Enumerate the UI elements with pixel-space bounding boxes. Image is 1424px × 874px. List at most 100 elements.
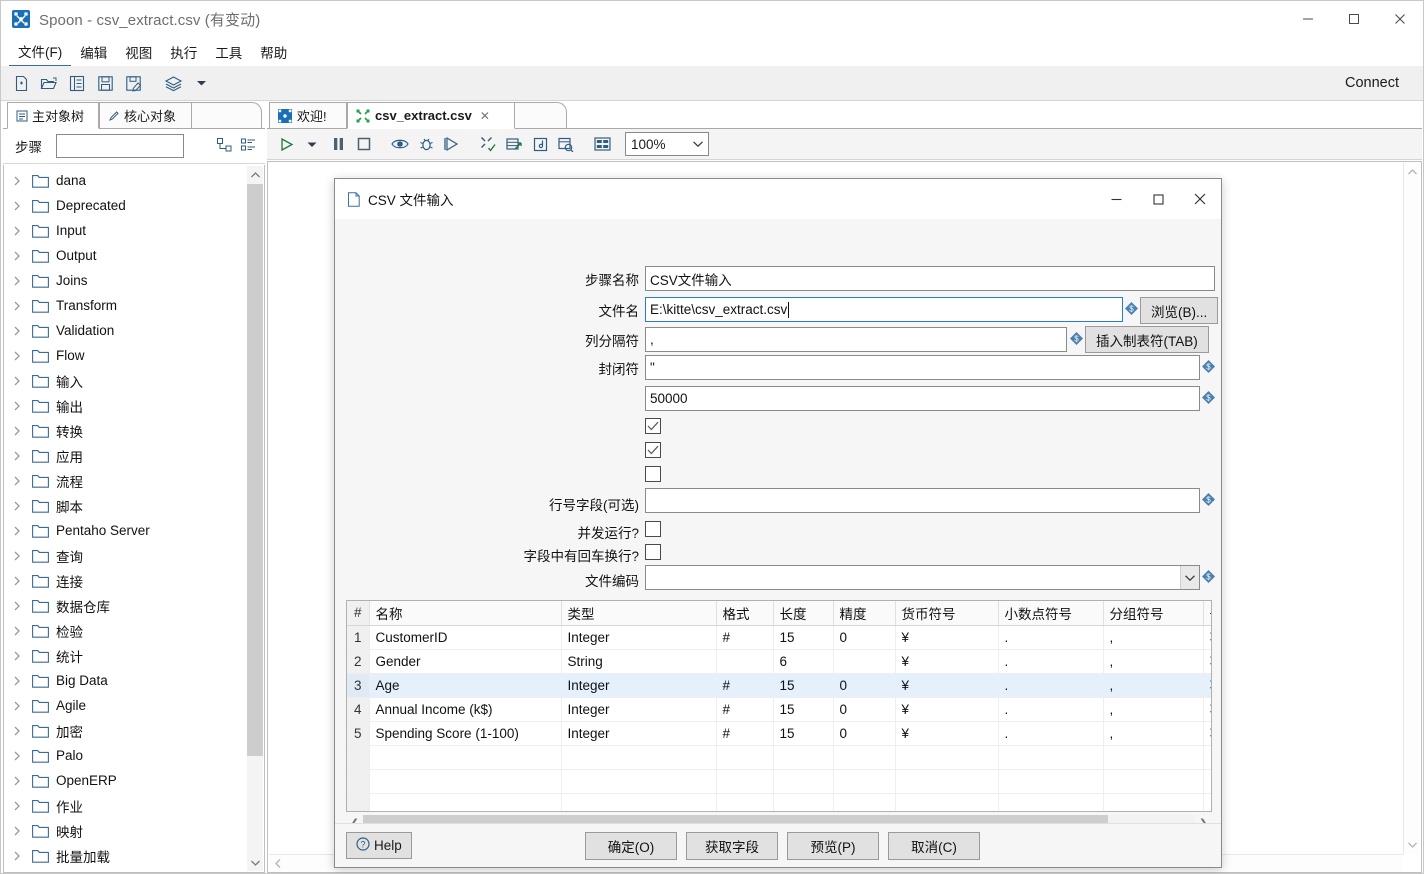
tree-item[interactable]: 批量加载 [4, 843, 240, 868]
table-row[interactable] [347, 793, 1211, 811]
expand-arrow-icon[interactable] [14, 326, 32, 336]
table-cell-name[interactable]: Gender [369, 649, 562, 674]
row-number-variable-icon[interactable]: $ [1202, 493, 1215, 509]
table-cell-decimal[interactable] [998, 769, 1104, 794]
table-cell-trim[interactable]: 不去掉空格 [1203, 649, 1211, 674]
expand-arrow-icon[interactable] [14, 651, 32, 661]
fields-table-column-header[interactable]: 长度 [773, 601, 834, 626]
file-encoding-combobox[interactable] [645, 565, 1200, 590]
expand-all-icon[interactable] [217, 137, 232, 155]
table-row[interactable]: 1CustomerIDInteger#150¥.,不去掉空格 [347, 625, 1211, 650]
table-cell-precision[interactable] [833, 745, 896, 770]
table-cell-num[interactable]: 3 [347, 673, 370, 698]
tree-item[interactable]: 输出 [4, 393, 240, 418]
expand-arrow-icon[interactable] [14, 801, 32, 811]
dialog-minimize-button[interactable] [1095, 179, 1137, 219]
layers-icon[interactable] [160, 70, 186, 96]
table-cell-trim[interactable] [1203, 769, 1211, 794]
table-row[interactable]: 4Annual Income (k$)Integer#150¥.,不去掉空格 [347, 697, 1211, 722]
table-cell-name[interactable] [369, 769, 562, 794]
tree-item[interactable]: Palo [4, 743, 240, 768]
table-cell-trim[interactable] [1203, 793, 1211, 811]
dropdown-arrow-icon[interactable] [188, 70, 214, 96]
browse-file-button[interactable]: 浏览(B)... [1140, 297, 1219, 324]
table-cell-num[interactable] [347, 793, 370, 811]
enclosure-variable-icon[interactable]: $ [1202, 360, 1215, 376]
tree-item[interactable]: 数据仓库 [4, 593, 240, 618]
canvas-scroll-up-arrow-icon[interactable] [1404, 165, 1421, 179]
expand-arrow-icon[interactable] [14, 226, 32, 236]
table-cell-currency[interactable] [895, 793, 999, 811]
table-cell-num[interactable] [347, 745, 370, 770]
table-cell-decimal[interactable] [998, 745, 1104, 770]
table-cell-group[interactable]: , [1103, 625, 1204, 650]
table-cell-precision[interactable]: 0 [833, 625, 896, 650]
table-cell-format[interactable] [716, 793, 774, 811]
tab-main-object-tree[interactable]: 主对象树 [7, 102, 99, 129]
table-cell-name[interactable] [369, 793, 562, 811]
impact-icon[interactable] [554, 132, 578, 156]
table-cell-decimal[interactable]: . [998, 625, 1104, 650]
expand-arrow-icon[interactable] [14, 301, 32, 311]
run-options-arrow-icon[interactable] [300, 132, 324, 156]
table-cell-precision[interactable] [833, 769, 896, 794]
expand-arrow-icon[interactable] [14, 776, 32, 786]
tab-welcome[interactable]: 欢迎! [269, 102, 347, 129]
add-filename-checkbox[interactable] [645, 466, 661, 482]
table-cell-length[interactable]: 15 [773, 673, 834, 698]
table-cell-num[interactable]: 2 [347, 649, 370, 674]
menu-item-tools[interactable]: 工具 [206, 38, 251, 66]
table-cell-type[interactable] [561, 745, 717, 770]
menu-item-help[interactable]: 帮助 [251, 38, 296, 66]
table-cell-group[interactable]: , [1103, 649, 1204, 674]
tree-item[interactable]: 应用 [4, 443, 240, 468]
tree-scroll-thumb[interactable] [247, 184, 263, 756]
table-cell-trim[interactable]: 不去掉空格 [1203, 673, 1211, 698]
table-cell-num[interactable] [347, 769, 370, 794]
fields-table-column-header[interactable]: # [347, 601, 370, 626]
expand-arrow-icon[interactable] [14, 251, 32, 261]
table-cell-currency[interactable]: ¥ [895, 721, 999, 746]
insert-tab-button[interactable]: 插入制表符(TAB) [1085, 326, 1209, 353]
menu-item-run[interactable]: 执行 [161, 38, 206, 66]
steps-tree[interactable]: dana Deprecated Input Output Joins Transform V… [3, 165, 265, 873]
expand-arrow-icon[interactable] [14, 601, 32, 611]
explorer-icon[interactable] [64, 70, 90, 96]
table-row[interactable]: 2GenderString 6 ¥.,不去掉空格 [347, 649, 1211, 674]
verify-icon[interactable] [476, 132, 500, 156]
table-cell-length[interactable] [773, 793, 834, 811]
table-cell-type[interactable]: Integer [561, 625, 717, 650]
sql-icon[interactable] [528, 132, 552, 156]
row-number-field-input[interactable] [645, 488, 1200, 513]
tree-item[interactable]: Joins [4, 268, 240, 293]
tree-item[interactable]: 加密 [4, 718, 240, 743]
delimiter-variable-icon[interactable]: $ [1070, 332, 1083, 348]
window-close-button[interactable] [1377, 1, 1423, 37]
buffer-size-variable-icon[interactable]: $ [1202, 391, 1215, 407]
tree-item[interactable]: 作业 [4, 793, 240, 818]
tree-item[interactable]: 查询 [4, 543, 240, 568]
table-cell-type[interactable]: String [561, 649, 717, 674]
pause-icon[interactable] [326, 132, 350, 156]
tree-item[interactable]: 流程 [4, 468, 240, 493]
dialog-close-button[interactable] [1179, 179, 1221, 219]
expand-arrow-icon[interactable] [14, 376, 32, 386]
table-cell-length[interactable]: 15 [773, 697, 834, 722]
menu-item-edit[interactable]: 编辑 [71, 38, 116, 66]
table-cell-length[interactable]: 15 [773, 625, 834, 650]
table-cell-length[interactable]: 15 [773, 721, 834, 746]
tree-item[interactable]: 检验 [4, 618, 240, 643]
fields-table-column-header[interactable]: 类型 [561, 601, 717, 626]
save-icon[interactable] [92, 70, 118, 96]
table-cell-format[interactable]: # [716, 697, 774, 722]
table-cell-decimal[interactable] [998, 793, 1104, 811]
collapse-all-icon[interactable] [241, 138, 256, 155]
zoom-level-combobox[interactable]: 100% [625, 132, 709, 156]
tree-item[interactable]: Deprecated [4, 193, 240, 218]
tree-item[interactable]: Flow [4, 343, 240, 368]
table-cell-trim[interactable]: 不去掉空格 [1203, 697, 1211, 722]
table-cell-format[interactable]: # [716, 721, 774, 746]
running-parallel-checkbox[interactable] [645, 521, 661, 537]
window-minimize-button[interactable] [1285, 1, 1331, 37]
save-as-icon[interactable] [120, 70, 146, 96]
